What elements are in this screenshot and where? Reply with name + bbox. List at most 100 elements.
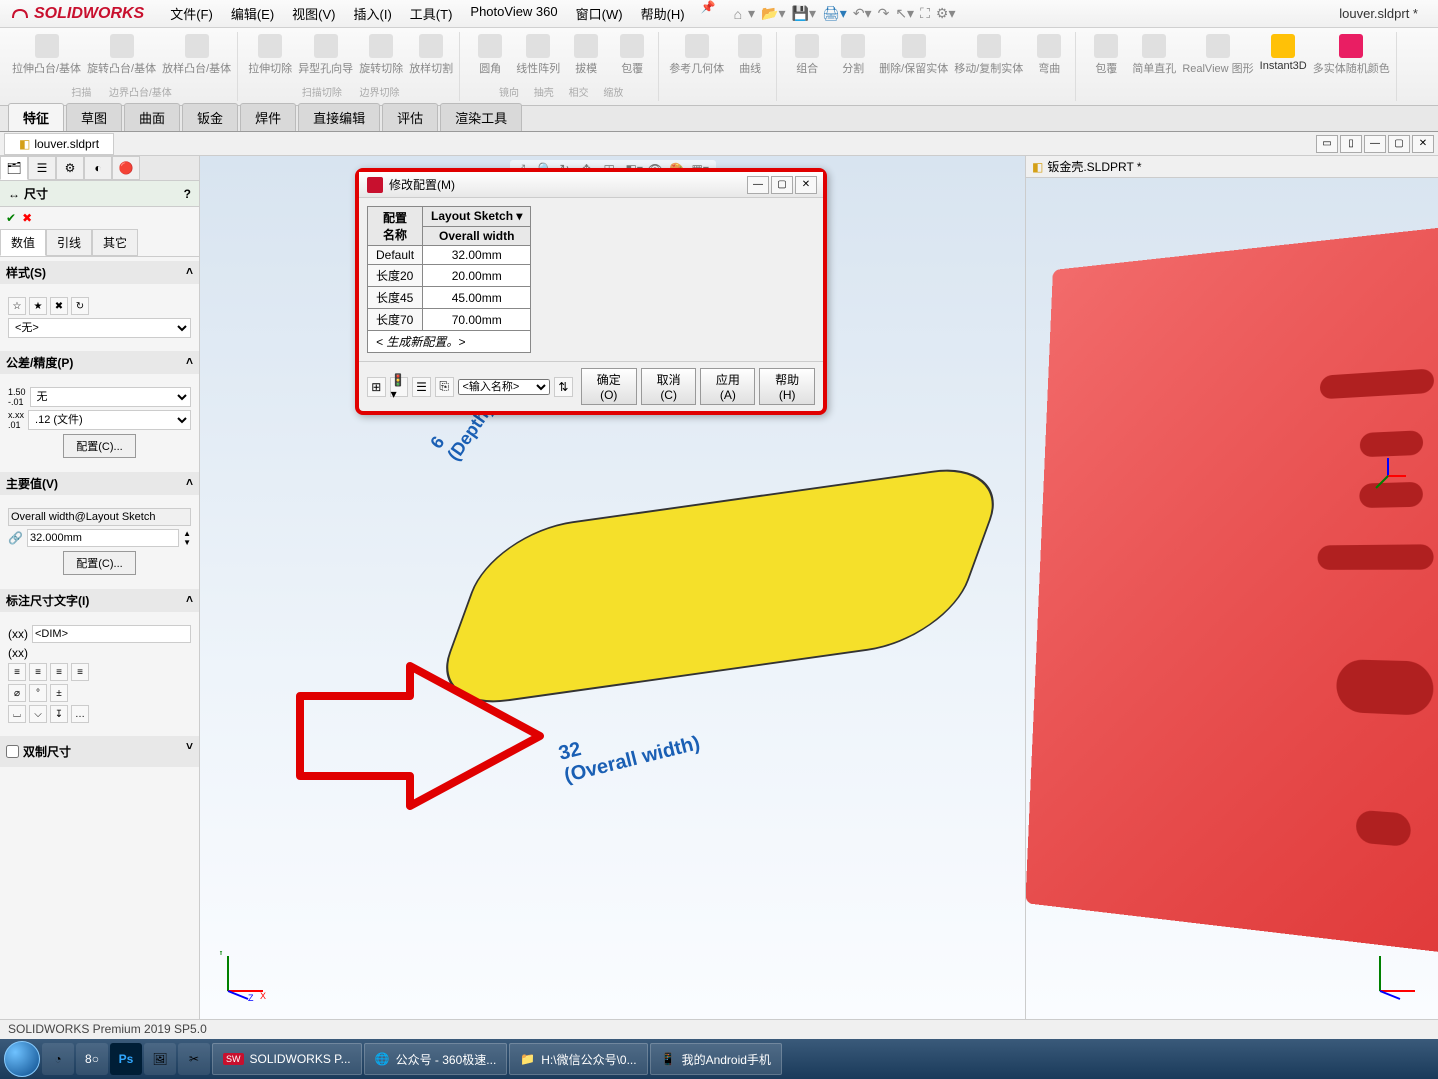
main-value-input[interactable]: [27, 529, 179, 547]
text-center-icon[interactable]: ≡: [29, 663, 47, 681]
ribbon-revolve-boss[interactable]: 旋转凸台/基体: [87, 34, 156, 76]
sub-tab-other[interactable]: 其它: [92, 229, 138, 256]
qat-redo-icon[interactable]: ↷: [878, 5, 890, 22]
ribbon-extrude-cut[interactable]: 拉伸切除: [248, 34, 292, 76]
viewport-right[interactable]: ◧ 钣金壳.SLDPRT *: [1026, 156, 1438, 1019]
ribbon-realview[interactable]: RealView 图形: [1182, 34, 1253, 76]
qat-options-icon[interactable]: ⚙▾: [936, 5, 956, 22]
start-button[interactable]: [4, 1041, 40, 1077]
style-save-icon[interactable]: ★: [29, 297, 47, 315]
dlg-sort-icon[interactable]: ⇅: [554, 377, 573, 397]
tab-render[interactable]: 渲染工具: [440, 103, 522, 131]
sym1-icon[interactable]: ⌀: [8, 684, 26, 702]
style-select[interactable]: <无>: [8, 318, 191, 338]
qat-undo-icon[interactable]: ↶▾: [853, 5, 872, 22]
ribbon-boundary-boss[interactable]: 边界凸台/基体: [109, 84, 172, 99]
ribbon-shell[interactable]: 抽壳: [534, 84, 554, 99]
spinner-up-icon[interactable]: ▲▼: [183, 529, 191, 547]
tab-surface[interactable]: 曲面: [124, 103, 180, 131]
taskbar-app4-icon[interactable]: ✂: [178, 1043, 210, 1075]
dialog-max-icon[interactable]: ▢: [771, 176, 793, 194]
menu-photoview[interactable]: PhotoView 360: [462, 0, 565, 27]
taskbar-phone[interactable]: 📱我的Android手机: [650, 1043, 782, 1075]
sym5-icon[interactable]: ⌵: [29, 705, 47, 723]
ribbon-move-copy[interactable]: 移动/复制实体: [954, 34, 1023, 76]
dlg-view-icon[interactable]: ⊞: [367, 377, 386, 397]
section-main-value[interactable]: 主要值(V)˄: [0, 472, 199, 495]
text-left-icon[interactable]: ≡: [8, 663, 26, 681]
ribbon-combine[interactable]: 组合: [787, 34, 827, 76]
ribbon-curves[interactable]: 曲线: [730, 34, 770, 76]
dialog-close-icon[interactable]: ✕: [795, 176, 817, 194]
qat-rebuild-icon[interactable]: ⛶: [920, 5, 930, 22]
doc-tab-left[interactable]: ◧louver.sldprt: [4, 133, 114, 155]
dialog-title-bar[interactable]: 修改配置(M) — ▢ ✕: [359, 172, 823, 198]
sub-tab-value[interactable]: 数值: [0, 229, 46, 256]
ribbon-sweep[interactable]: 扫描: [71, 84, 91, 99]
panel-tab-property-icon[interactable]: ☰: [28, 156, 56, 180]
orientation-cube-icon[interactable]: [1368, 456, 1408, 496]
sym4-icon[interactable]: ⌴: [8, 705, 26, 723]
panel-cancel-icon[interactable]: ✖: [22, 211, 32, 225]
ribbon-simple-hole[interactable]: 简单直孔: [1132, 34, 1176, 76]
qat-new-icon[interactable]: ▾: [748, 5, 755, 22]
text-justify-icon[interactable]: ≡: [71, 663, 89, 681]
ribbon-intersect[interactable]: 相交: [569, 84, 589, 99]
qat-home-icon[interactable]: ⌂: [734, 6, 742, 22]
config-button-1[interactable]: 配置(C)...: [63, 434, 135, 458]
taskbar-browser[interactable]: 🌐公众号 - 360极速...: [364, 1043, 508, 1075]
dlg-list-icon[interactable]: ☰: [412, 377, 431, 397]
ribbon-hole-wizard[interactable]: 异型孔向导: [298, 34, 353, 76]
menu-insert[interactable]: 插入(I): [346, 0, 400, 27]
ribbon-boundary-cut[interactable]: 边界切除: [359, 84, 399, 99]
panel-tab-config-icon[interactable]: ⚙: [56, 156, 84, 180]
section-dual[interactable]: 双制尺寸 ˅: [0, 736, 199, 767]
precision-select[interactable]: .12 (文件): [28, 410, 191, 430]
main-value-name-input[interactable]: [8, 508, 191, 526]
text-right-icon[interactable]: ≡: [50, 663, 68, 681]
dlg-copy-icon[interactable]: ⎘: [435, 377, 454, 397]
dim-text-input[interactable]: [32, 625, 191, 643]
ribbon-ref-geom[interactable]: 参考几何体: [669, 34, 724, 76]
config-header-sketch[interactable]: Layout Sketch ▾: [423, 207, 531, 227]
style-del-icon[interactable]: ✖: [50, 297, 68, 315]
dialog-ok-button[interactable]: 确定(O): [581, 368, 637, 405]
menu-edit[interactable]: 编辑(E): [223, 0, 282, 27]
ribbon-extrude-boss[interactable]: 拉伸凸台/基体: [12, 34, 81, 76]
qat-open-icon[interactable]: 📂▾: [761, 5, 785, 22]
taskbar-app3-icon[interactable]: 🖼: [144, 1043, 176, 1075]
taskbar-solidworks[interactable]: SWSOLIDWORKS P...: [212, 1043, 362, 1075]
tab-sketch[interactable]: 草图: [66, 103, 122, 131]
ribbon-loft-cut[interactable]: 放样切割: [409, 34, 453, 76]
3d-sheetmetal-body[interactable]: [1026, 225, 1438, 955]
tolerance-type-select[interactable]: 无: [30, 387, 191, 407]
panel-tab-feature-tree-icon[interactable]: 🗂: [0, 156, 28, 180]
ribbon-draft[interactable]: 拔模: [566, 34, 606, 76]
sym-more-icon[interactable]: …: [71, 705, 89, 723]
section-dim-text[interactable]: 标注尺寸文字(I)˄: [0, 589, 199, 612]
section-style[interactable]: 样式(S)˄: [0, 261, 199, 284]
panel-ok-icon[interactable]: ✔: [6, 211, 16, 225]
ribbon-linear-pattern[interactable]: 线性阵列: [516, 34, 560, 76]
panel-tab-appearance-icon[interactable]: 🔴: [112, 156, 140, 180]
tab-features[interactable]: 特征: [8, 103, 64, 131]
taskbar-ps-icon[interactable]: Ps: [110, 1043, 142, 1075]
ribbon-wrap[interactable]: 包覆: [612, 34, 652, 76]
menu-window[interactable]: 窗口(W): [568, 0, 631, 27]
qat-select-icon[interactable]: ↖▾: [895, 5, 914, 22]
qat-print-icon[interactable]: 🖨▾: [822, 5, 847, 22]
ribbon-instant3d[interactable]: Instant3D: [1260, 34, 1307, 76]
dialog-cancel-button[interactable]: 取消(C): [641, 368, 697, 405]
menu-file[interactable]: 文件(F): [162, 0, 221, 27]
triad-icon[interactable]: YXZ: [218, 951, 268, 1001]
taskbar-app1-icon[interactable]: ◔: [42, 1043, 74, 1075]
ribbon-random-color[interactable]: 多实体随机颜色: [1313, 34, 1390, 76]
triad-icon[interactable]: [1370, 951, 1420, 1001]
tab-sheetmetal[interactable]: 钣金: [182, 103, 238, 131]
dual-checkbox[interactable]: [6, 745, 19, 758]
menu-tools[interactable]: 工具(T): [402, 0, 461, 27]
tab-weldments[interactable]: 焊件: [240, 103, 296, 131]
win-tile-h-icon[interactable]: ▭: [1316, 135, 1338, 153]
taskbar-explorer[interactable]: 📁H:\微信公众号\0...: [509, 1043, 647, 1075]
config-button-2[interactable]: 配置(C)...: [63, 551, 135, 575]
